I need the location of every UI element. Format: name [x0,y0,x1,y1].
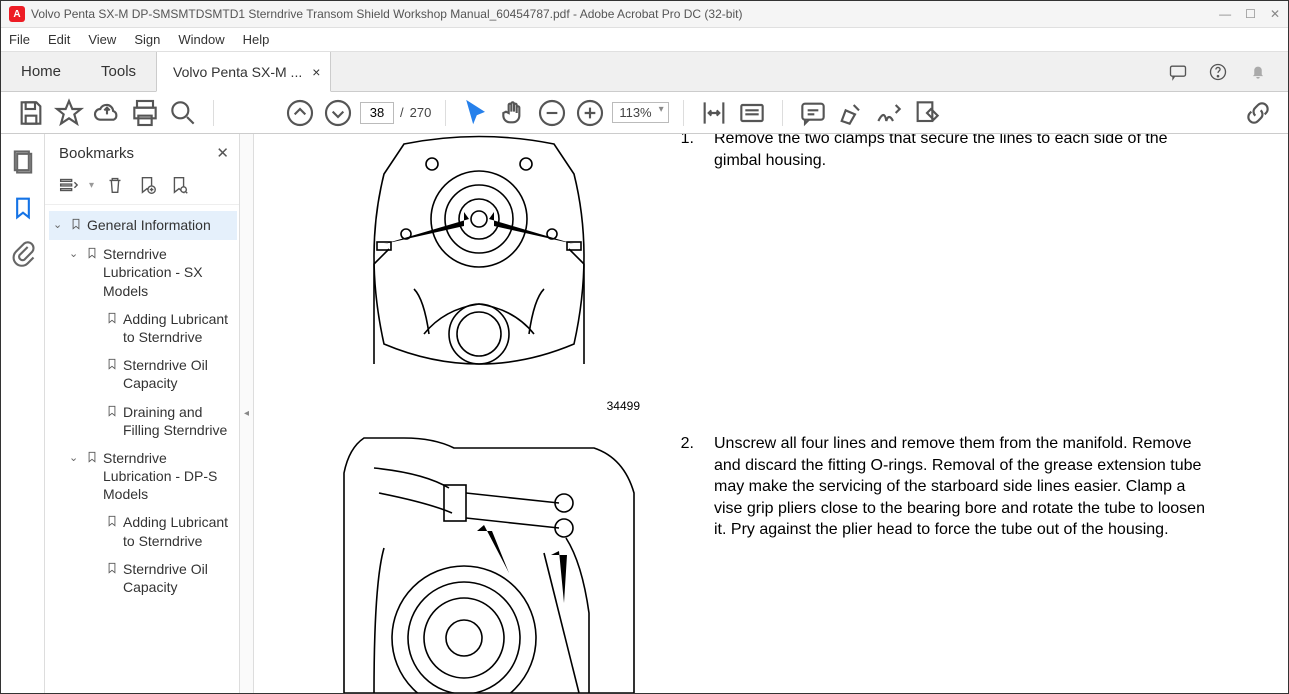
toolbar: / 270 113% [1,92,1288,134]
edit-pdf-button[interactable] [911,97,943,129]
notifications-icon[interactable] [1248,62,1268,82]
page-number-input[interactable] [360,102,394,124]
app-tabs: Home Tools Volvo Penta SX-M ... × [1,52,1288,92]
chevron-down-icon[interactable]: ⌄ [53,216,65,232]
save-button[interactable] [15,97,47,129]
tab-home[interactable]: Home [1,52,81,91]
select-tool[interactable] [460,97,492,129]
close-window-button[interactable]: ✕ [1270,7,1280,21]
fit-width-button[interactable] [698,97,730,129]
tab-document-label: Volvo Penta SX-M ... [173,64,302,80]
zoom-in-button[interactable] [574,97,606,129]
bookmark-item[interactable]: Sterndrive Oil Capacity [49,351,237,397]
bookmark-item[interactable]: ⌄ General Information [49,211,237,240]
menu-view[interactable]: View [88,32,116,47]
panel-collapse-handle[interactable]: ◂ [240,134,254,693]
page-up-button[interactable] [284,97,316,129]
bookmark-icon [85,245,99,264]
bookmark-icon [105,403,119,422]
bookmark-icon [69,216,83,235]
page-down-button[interactable] [322,97,354,129]
bookmarks-close-button[interactable]: ✕ [216,144,229,162]
zoom-select[interactable]: 113% [612,102,668,123]
tab-tools[interactable]: Tools [81,52,156,91]
bookmark-delete-button[interactable] [104,174,126,196]
chevron-down-icon[interactable]: ⌄ [69,245,81,261]
bookmark-label: General Information [87,216,233,234]
step-text: Unscrew all four lines and remove them f… [714,433,1214,541]
pan-tool[interactable] [498,97,530,129]
bookmark-item[interactable]: ⌄ Sterndrive Lubrication - SX Models [49,240,237,305]
chevron-down-icon[interactable]: ⌄ [69,449,81,465]
app-icon: A [9,6,25,22]
bookmark-icon [105,560,119,579]
bookmark-icon [105,513,119,532]
figure-2: 34500 [314,433,644,693]
bookmark-icon [105,356,119,375]
menu-bar: File Edit View Sign Window Help [1,28,1288,52]
minimize-button[interactable]: — [1219,7,1231,21]
bookmark-item[interactable]: ⌄ Sterndrive Lubrication - DP-S Models [49,444,237,509]
bookmark-label: Sterndrive Oil Capacity [123,356,233,392]
read-mode-button[interactable] [736,97,768,129]
bookmarks-panel-button[interactable] [9,194,37,222]
bookmarks-title: Bookmarks [59,145,216,162]
bookmark-item[interactable]: Adding Lubricant to Sterndrive [49,305,237,351]
step-text: Remove the two clamps that secure the li… [714,134,1214,171]
bookmark-label: Adding Lubricant to Sterndrive [123,513,233,549]
thumbnails-panel-button[interactable] [9,148,37,176]
bookmark-label: Sterndrive Lubrication - SX Models [103,245,233,300]
figure-1: 34499 [314,134,644,413]
chevron-left-icon: ◂ [244,408,249,419]
menu-window[interactable]: Window [178,32,224,47]
figure-id: 34499 [314,399,644,413]
bookmark-label: Adding Lubricant to Sterndrive [123,310,233,346]
sign-fill-button[interactable] [873,97,905,129]
attachments-panel-button[interactable] [9,240,37,268]
title-bar: A Volvo Penta SX-M DP-SMSMTDSMTD1 Sternd… [1,1,1288,28]
step-number: 1. [674,134,694,171]
bookmark-find-button[interactable] [168,174,190,196]
step-2: 2. Unscrew all four lines and remove the… [674,433,1214,541]
comment-button[interactable] [797,97,829,129]
page-total: 270 [410,105,432,120]
bookmark-item[interactable]: Sterndrive Oil Capacity [49,555,237,601]
print-button[interactable] [129,97,161,129]
bookmark-icon [85,449,99,468]
pdf-page: 34499 1. Remove the two clamps that secu… [254,134,1288,693]
bookmark-item[interactable]: Adding Lubricant to Sterndrive [49,508,237,554]
bookmark-add-button[interactable] [136,174,158,196]
bookmark-label: Sterndrive Oil Capacity [123,560,233,596]
navigation-rail [1,134,45,693]
help-icon[interactable] [1208,62,1228,82]
highlight-button[interactable] [835,97,867,129]
document-viewer[interactable]: 34499 1. Remove the two clamps that secu… [254,134,1288,693]
bookmark-icon [105,310,119,329]
share-link-button[interactable] [1242,97,1274,129]
messages-icon[interactable] [1168,62,1188,82]
bookmark-item[interactable]: Draining and Filling Sterndrive [49,398,237,444]
menu-file[interactable]: File [9,32,30,47]
bookmark-options-button[interactable] [57,174,79,196]
step-number: 2. [674,433,694,541]
bookmark-tree[interactable]: ⌄ General Information ⌄ Sterndrive Lubri… [45,205,239,693]
bookmarks-panel: Bookmarks ✕ ▾ ⌄ General Information ⌄ St… [45,134,240,693]
menu-help[interactable]: Help [243,32,270,47]
menu-sign[interactable]: Sign [134,32,160,47]
cloud-button[interactable] [91,97,123,129]
tab-document-close[interactable]: × [312,64,320,80]
bookmark-label: Sterndrive Lubrication - DP-S Models [103,449,233,504]
main-area: Bookmarks ✕ ▾ ⌄ General Information ⌄ St… [1,134,1288,693]
star-button[interactable] [53,97,85,129]
page-separator: / [400,105,404,120]
zoom-out-button[interactable] [536,97,568,129]
search-button[interactable] [167,97,199,129]
bookmark-label: Draining and Filling Sterndrive [123,403,233,439]
tab-document[interactable]: Volvo Penta SX-M ... × [156,52,331,92]
maximize-button[interactable]: ☐ [1245,7,1256,21]
step-1: 1. Remove the two clamps that secure the… [674,134,1214,171]
window-title: Volvo Penta SX-M DP-SMSMTDSMTD1 Sterndri… [31,7,742,21]
menu-edit[interactable]: Edit [48,32,70,47]
